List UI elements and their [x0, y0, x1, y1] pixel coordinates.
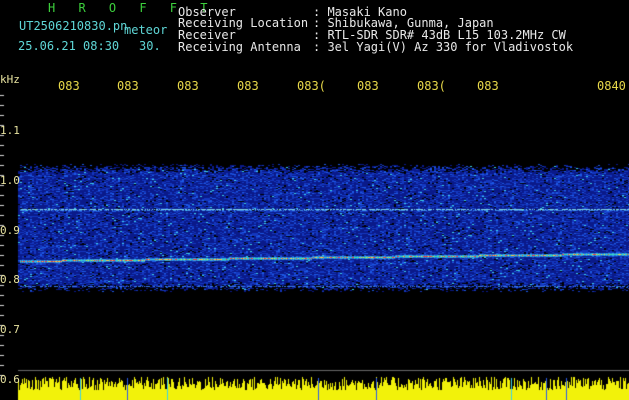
y-tick-label: 0.6: [0, 373, 20, 386]
y-tick-label: 0.7: [0, 323, 20, 336]
x-tick-label: 083: [357, 79, 379, 93]
interval-label: 30.: [139, 39, 161, 53]
x-tick-label: 083: [477, 79, 499, 93]
datetime-label: 25.06.21 08:30: [18, 39, 120, 53]
x-tick-label: 083: [237, 79, 259, 93]
x-tick-label: 083(: [417, 79, 446, 93]
y-tick-label: 1.0: [0, 174, 20, 187]
file-name: UT2506210830.pn: [19, 19, 128, 33]
x-tick-label: 083: [177, 79, 199, 93]
y-unit-label: kHz: [0, 73, 20, 86]
mode-label: meteor: [124, 23, 168, 37]
spectrogram-waterfall: [0, 0, 629, 400]
x-tick-label: 083: [58, 79, 80, 93]
y-tick-label: 0.9: [0, 224, 20, 237]
x-tick-label: 083(: [297, 79, 326, 93]
antenna-value: : 3el Yagi(V) Az 330 for Vladivostok: [313, 40, 574, 54]
x-tick-label: 083: [117, 79, 139, 93]
antenna-label: Receiving Antenna: [178, 40, 301, 54]
x-tick-label: 0840: [597, 79, 626, 93]
y-tick-label: 1.1: [0, 124, 20, 137]
y-tick-label: 0.8: [0, 273, 20, 286]
